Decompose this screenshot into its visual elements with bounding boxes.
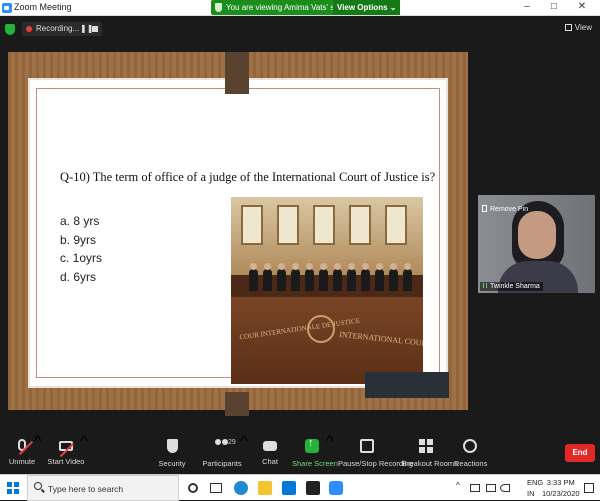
video-off-icon [59, 441, 73, 451]
binder-clip-bottom [225, 392, 249, 416]
view-label: View [574, 23, 592, 32]
answer-options: a. 8 yrs b. 9yrs c. 1oyrs d. 6yrs [60, 212, 102, 286]
chat-icon [263, 441, 277, 451]
restore-button[interactable]: □ [542, 1, 566, 12]
remove-pin-button[interactable]: Remove Pin [482, 205, 528, 213]
reactions-button[interactable]: Reactions [454, 433, 488, 473]
participants-count: 29 [228, 439, 236, 446]
windows-taskbar: Type here to search ^ ENG IN 3:33 PM 10/… [0, 474, 600, 501]
security-shield-icon [166, 439, 178, 453]
participants-icon [215, 439, 229, 453]
zoom-window: Zoom Meeting You are viewing Amima Vats'… [0, 0, 600, 501]
recording-indicator: Recording... ❚❚ [22, 22, 102, 36]
clock-time: 3:33 PM [546, 478, 575, 487]
signal-icon [483, 283, 487, 288]
icj-courtroom-photo: COUR INTERNATIONALE DE JUSTICE INTERNATI… [231, 197, 423, 384]
slide-question: Q-10) The term of office of a judge of t… [60, 170, 436, 184]
sticky-notes-icon[interactable] [306, 481, 320, 495]
breakout-rooms-button[interactable]: Breakout Rooms [402, 433, 458, 473]
breakout-rooms-icon [419, 439, 433, 453]
zoom-logo-icon [2, 3, 12, 13]
tray-expand-icon[interactable]: ^ [456, 481, 460, 490]
pause-stop-icon [360, 439, 374, 453]
meeting-toolbar: Unmute ^ Start Video ^ Security 29 Parti… [0, 433, 600, 473]
participant-video[interactable]: Remove Pin Twinkle Sharma [478, 195, 595, 293]
view-button[interactable]: View [564, 23, 592, 32]
edge-browser-icon[interactable] [234, 481, 248, 495]
grid-icon [564, 24, 572, 31]
file-explorer-icon[interactable] [258, 481, 272, 495]
option-c: c. 1oyrs [60, 251, 103, 265]
screen-share-banner: You are viewing Amima Vats' screen View … [211, 0, 401, 15]
video-options-caret[interactable]: ^ [80, 433, 88, 473]
stop-recording-button[interactable] [92, 26, 98, 32]
language-code: ENG [527, 478, 544, 487]
reactions-label: Reactions [454, 459, 488, 468]
participants-button[interactable]: 29 Participants [200, 433, 244, 473]
close-button[interactable]: ✕ [570, 1, 594, 12]
binder-clip-top [225, 52, 249, 94]
reactions-icon [463, 439, 477, 453]
cortana-icon[interactable] [188, 483, 198, 493]
language-indicator[interactable]: ENG IN [527, 477, 543, 499]
battery-icon[interactable] [470, 484, 480, 492]
title-bar: Zoom Meeting You are viewing Amima Vats'… [0, 0, 600, 16]
participants-caret[interactable]: ^ [240, 433, 248, 473]
minimize-button[interactable]: – [515, 1, 539, 12]
share-options-caret[interactable]: ^ [326, 433, 334, 473]
clock-date: 10/23/2020 [542, 489, 580, 498]
shared-screen: Q-10) The term of office of a judge of t… [8, 52, 468, 416]
notifications-icon[interactable] [584, 483, 594, 493]
shield-icon [215, 3, 222, 12]
system-clock[interactable]: 3:33 PM 10/23/2020 [542, 477, 580, 499]
share-screen-icon [305, 437, 319, 453]
recording-label: Recording... [36, 24, 80, 33]
recording-dot-icon [26, 26, 32, 32]
mail-icon[interactable] [282, 481, 296, 495]
windows-start-icon[interactable] [7, 482, 19, 494]
security-button[interactable]: Security [156, 433, 188, 473]
encryption-shield-icon[interactable] [5, 24, 15, 35]
participant-name-tag: Twinkle Sharma [480, 282, 543, 291]
microphone-muted-icon [18, 439, 26, 451]
pin-icon [482, 205, 487, 212]
chat-button[interactable]: Chat [258, 433, 282, 473]
end-meeting-button[interactable]: End [565, 444, 595, 462]
option-a: a. 8 yrs [60, 214, 100, 228]
breakout-rooms-label: Breakout Rooms [402, 459, 458, 468]
volume-icon[interactable] [500, 484, 510, 492]
window-title: Zoom Meeting [14, 2, 72, 12]
option-b: b. 9yrs [60, 232, 97, 247]
security-label: Security [158, 459, 186, 468]
remove-pin-label: Remove Pin [490, 206, 529, 213]
pause-stop-recording-button[interactable]: Pause/Stop Recording [338, 433, 414, 473]
chat-label: Chat [262, 457, 278, 466]
task-view-icon[interactable] [210, 483, 222, 493]
taskbar-search[interactable]: Type here to search [27, 475, 179, 501]
participant-name: Twinkle Sharma [490, 283, 540, 290]
network-icon[interactable] [486, 484, 496, 492]
zoom-taskbar-icon[interactable] [329, 481, 343, 495]
slide-corner-box [365, 372, 449, 398]
option-d: d. 6yrs [60, 269, 97, 284]
search-icon [34, 482, 42, 490]
search-placeholder: Type here to search [48, 484, 124, 494]
pause-stop-recording-label: Pause/Stop Recording [338, 459, 414, 468]
view-options-button[interactable]: View Options ⌄ [333, 0, 401, 15]
participants-label: Participants [202, 459, 242, 468]
language-region: IN [527, 489, 535, 498]
audio-options-caret[interactable]: ^ [34, 433, 42, 473]
